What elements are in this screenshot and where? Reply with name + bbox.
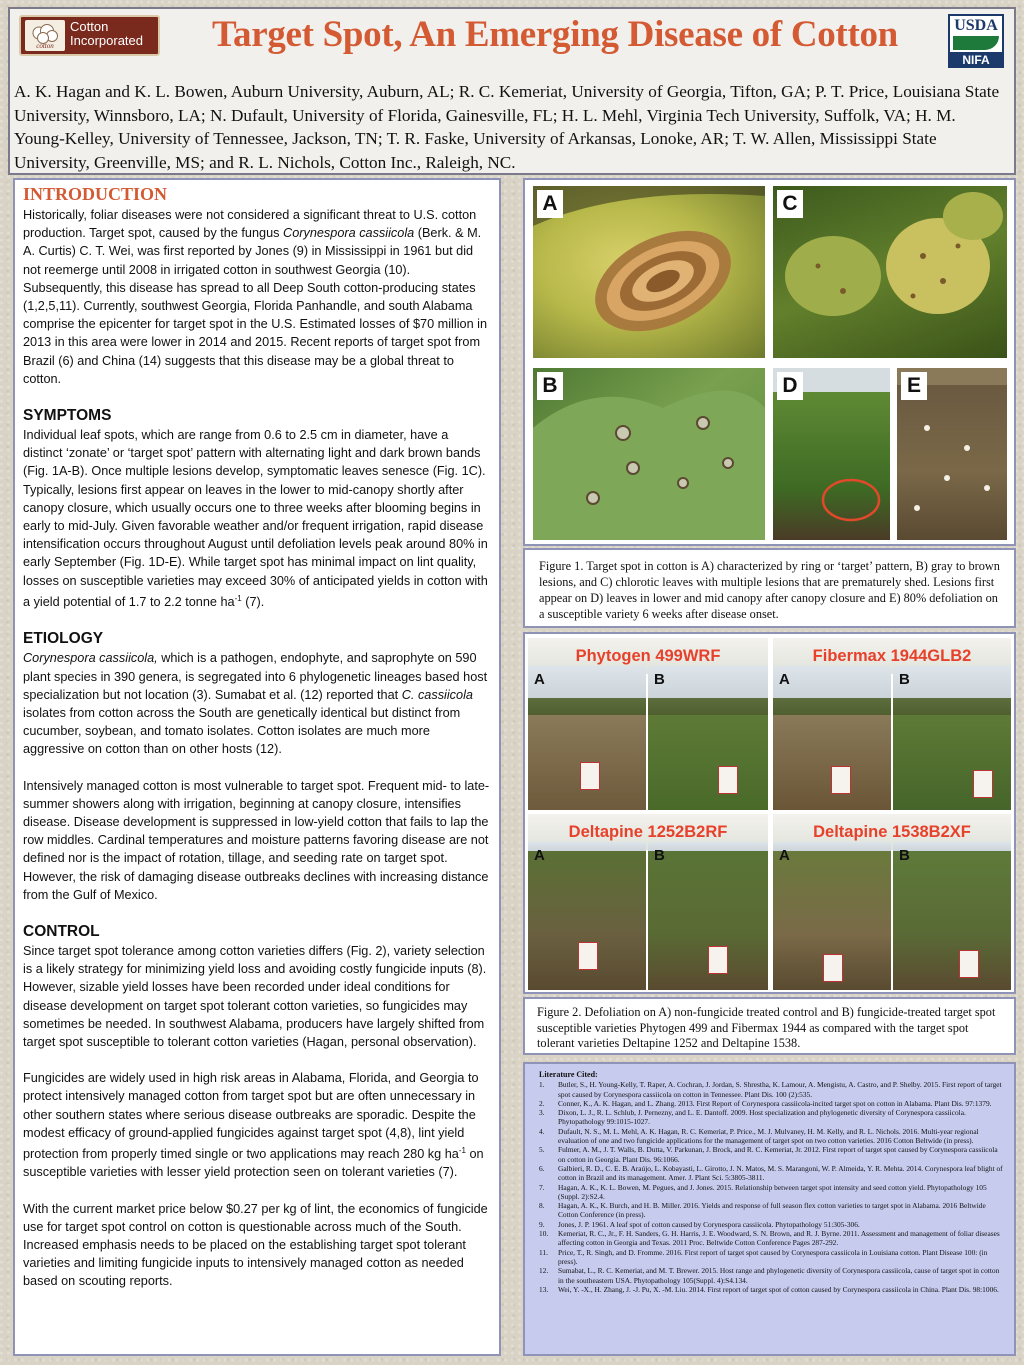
etiology-heading: ETIOLOGY [23, 630, 104, 648]
panel-label-a: A [534, 847, 545, 864]
etiology-paragraph-1: Corynespora cassiicola, which is a patho… [23, 651, 488, 757]
plot-sign [973, 770, 993, 798]
panel-label-a: A [534, 671, 545, 688]
control-paragraph-1: Since target spot tolerance among cotton… [23, 943, 487, 1049]
figure-2-caption: Figure 2. Defoliation on A) non-fungicid… [523, 997, 1016, 1055]
field-photo-phytogen-fungicide: B [648, 666, 768, 810]
panel-label-b: B [654, 671, 665, 688]
reference-item: 13. Wei, Y. -X., H. Zhang, J. -J. Pu, X. … [539, 1284, 999, 1294]
literature-cited: Literature Cited: 1. Butler, S., H. Young… [523, 1062, 1016, 1356]
nifa-text: NIFA [950, 52, 1002, 68]
cotton-incorporated-logo: cotton Cotton Incorporated [19, 15, 160, 56]
cotton-boll-icon: cotton [25, 20, 65, 51]
field-photo-fibermax-fungicide: B [893, 666, 1011, 810]
figure-1-label-a: A [537, 190, 563, 218]
reference-item: 12. Sumabat, L., R. C. Kemeriat, and M. T… [539, 1266, 1000, 1285]
panel-label-b: B [899, 671, 910, 688]
photo-lower-canopy: D [773, 368, 890, 540]
panel-label-b: B [654, 847, 665, 864]
symptoms-paragraph: Individual leaf spots, which are range f… [23, 428, 488, 610]
reference-item: 10. Kemeriat, R. C., Jr., F. H. Sanders, … [539, 1229, 1000, 1248]
control-paragraph-2: Fungicides are widely used in high risk … [23, 1071, 484, 1180]
author-list: A. K. Hagan and K. L. Bowen, Auburn Univ… [14, 82, 1000, 172]
photo-zonate-lesion: A [533, 186, 765, 358]
field-photo-deltapine1538-control: A [773, 842, 891, 990]
figure-1-panel: A C B D E [523, 178, 1016, 546]
usda-green-swoosh [953, 36, 999, 50]
field-photo-deltapine1252-control: A [528, 842, 646, 990]
logo-line-2: Incorporated [70, 33, 143, 48]
usda-text: USDA [954, 17, 998, 34]
control-heading: CONTROL [23, 922, 100, 940]
usda-nifa-logo: USDA NIFA [948, 14, 1004, 68]
panel-label-b: B [899, 847, 910, 864]
logo-line-1: Cotton [70, 19, 109, 34]
panel-label-a: A [779, 671, 790, 688]
cotton-logo-text: Cotton Incorporated [70, 20, 143, 48]
introduction-heading: INTRODUCTION [23, 184, 168, 204]
reference-item: 11. Price, T., R. Singh, and D. Fromme. 2… [539, 1247, 988, 1266]
reference-item: 9. Jones, J. P. 1961. A leaf spot of cott… [539, 1219, 860, 1229]
figure-1-caption: Figure 1. Target spot in cotton is A) ch… [523, 548, 1016, 628]
figure-1-label-b: B [537, 372, 563, 400]
reference-item: 8. Hagan, A. K., K. Burch, and H. B. Mill… [539, 1201, 986, 1220]
etiology-paragraph-2: Intensively managed cotton is most vulne… [23, 778, 490, 902]
figure-1-label-d: D [777, 372, 803, 400]
photo-chlorotic-leaves: C [773, 186, 1007, 358]
field-photo-fibermax-control: A [773, 666, 891, 810]
introduction-paragraph: Historically, foliar diseases were not c… [23, 208, 488, 386]
reference-item: 4. Dufault, N. S., M. L. Mehl, A. K. Haga… [539, 1126, 979, 1146]
panel-label-a: A [779, 847, 790, 864]
reference-item: 6. Galbieri, R. D., C. E. B. Araújo, L. K… [539, 1163, 1003, 1183]
figure-2-panel: Phytogen 499WRF Fibermax 1944GLB2 Deltap… [523, 632, 1016, 994]
symptoms-heading: SYMPTOMS [23, 407, 112, 425]
reference-item: 7. Hagan, A. K., K. L. Bowen, M. Pegues, … [539, 1182, 987, 1201]
text-column: INTRODUCTION Historically, foliar diseas… [13, 178, 501, 1356]
figure-1-label-e: E [901, 372, 927, 400]
plot-sign [718, 766, 738, 794]
poster-title: Target Spot, An Emerging Disease of Cott… [212, 14, 898, 55]
svg-text:cotton: cotton [36, 42, 54, 49]
reference-item: 1. Butler, S., H. Young-Kelly, T. Raper, … [539, 1080, 1002, 1099]
reference-item: 2. Conner, K., A. K. Hagan, and L. Zhang.… [539, 1098, 992, 1108]
plot-sign [708, 946, 728, 974]
control-paragraph-3: With the current market price below $0.2… [23, 1201, 488, 1289]
figure-1-label-c: C [777, 190, 803, 218]
photo-gray-lesions: B [533, 368, 765, 540]
field-photo-phytogen-control: A [528, 666, 646, 810]
literature-heading: Literature Cited: [539, 1070, 598, 1079]
reference-item: 3. Dixon, L. J., R. L. Schlub, J. Pernezn… [539, 1108, 966, 1127]
field-photo-deltapine1538-fungicide: B [893, 842, 1011, 990]
plot-sign [831, 766, 851, 794]
field-photo-deltapine1252-fungicide: B [648, 842, 768, 990]
plot-sign [823, 954, 843, 982]
photo-defoliation: E [897, 368, 1007, 540]
plot-sign [578, 942, 598, 970]
plot-sign [580, 762, 600, 790]
plot-sign [959, 950, 979, 978]
reference-item: 5. Fulmer, A. M., J. T. Walls, B. Dutta, … [539, 1145, 998, 1164]
